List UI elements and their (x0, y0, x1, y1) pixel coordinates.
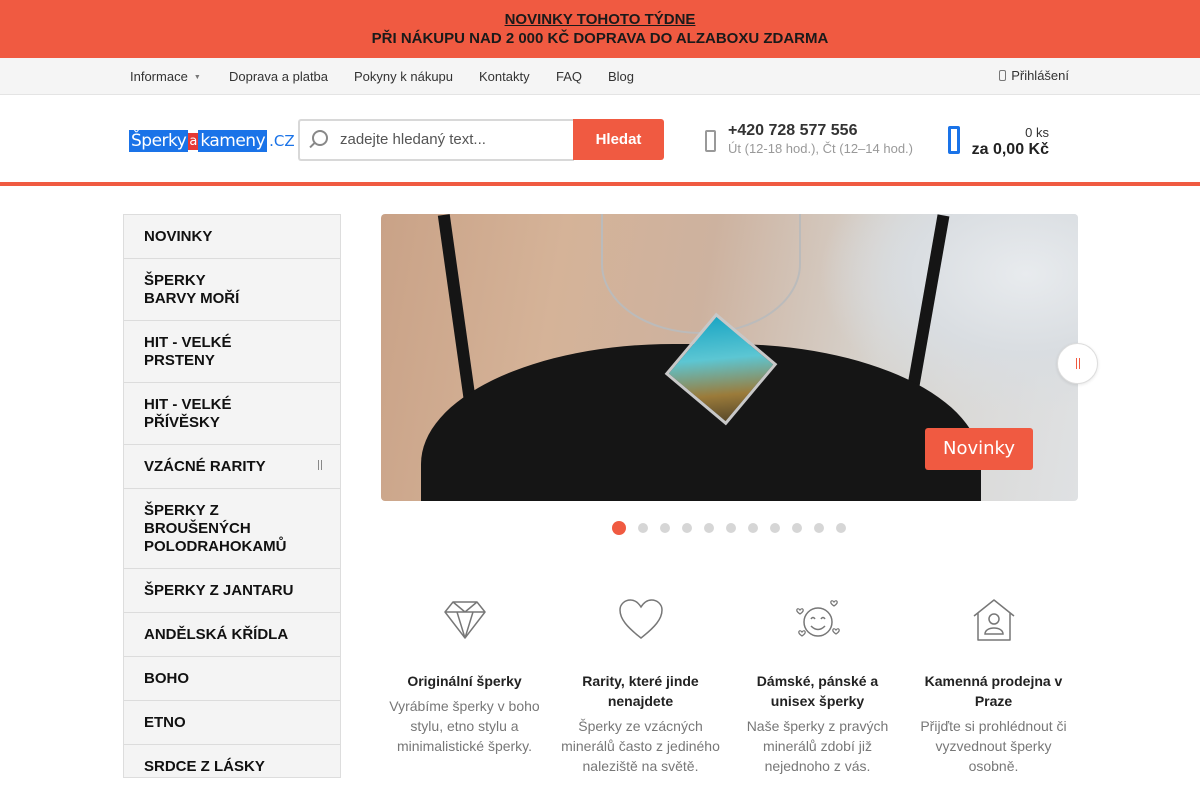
sidebar-item-boho[interactable]: BOHO (124, 657, 340, 701)
site-logo[interactable]: Šperky a kameny .CZ (129, 129, 295, 153)
slider-dot[interactable] (612, 521, 626, 535)
necklace-chain (601, 214, 801, 334)
logo-part: Šperky (129, 130, 189, 152)
chevron-right-icon (318, 460, 322, 470)
feature-item: Dámské, pánské a unisex šperky Naše šper… (734, 596, 901, 776)
slider-dot[interactable] (792, 523, 802, 533)
sidebar-item-label: ŠPERKY BARVY MOŘÍ (144, 272, 240, 307)
slide-cta-button[interactable]: Novinky (925, 428, 1033, 470)
chevron-right-icon (1076, 358, 1080, 369)
feature-title: Rarity, které jinde nenajdete (582, 673, 699, 709)
slide-image-detail (437, 214, 477, 404)
feature-title: Kamenná prodejna v Praze (924, 673, 1063, 709)
search-button[interactable]: Hledat (573, 119, 664, 160)
opening-hours: Út (12-18 hod.), Čt (12–14 hod.) (728, 141, 913, 156)
search-icon (312, 130, 328, 146)
promo-banner-title[interactable]: NOVINKY TOHOTO TÝDNE (0, 10, 1200, 29)
slider-dot[interactable] (682, 523, 692, 533)
cart-item-count[interactable]: 0 ks (1025, 125, 1049, 140)
nav-item-informace[interactable]: Informace ▼ (130, 69, 201, 84)
sidebar-item-etno[interactable]: ETNO (124, 701, 340, 745)
user-icon (999, 70, 1007, 81)
nav-item-kontakty[interactable]: Kontakty (479, 69, 530, 84)
search-input[interactable] (340, 131, 560, 148)
phone-icon (705, 130, 716, 152)
slider-dot[interactable] (660, 523, 670, 533)
nav-item-doprava[interactable]: Doprava a platba (229, 69, 328, 84)
sidebar-item-srdce-z-lasky[interactable]: SRDCE Z LÁSKY (124, 745, 340, 788)
sidebar-item-novinky[interactable]: NOVINKY (124, 215, 340, 259)
slider-dot[interactable] (836, 523, 846, 533)
slider-next-button[interactable] (1057, 343, 1098, 384)
feature-item: Kamenná prodejna v Praze Přijďte si proh… (910, 596, 1077, 776)
sidebar-item-vzacne-rarity[interactable]: VZÁCNÉ RARITY (124, 445, 340, 489)
sidebar-item-velke-privesky[interactable]: HIT - VELKÉ PŘÍVĚSKY (124, 383, 340, 445)
sidebar-item-label: HIT - VELKÉ PŘÍVĚSKY (144, 396, 232, 431)
phone-number[interactable]: +420 728 577 556 (728, 122, 857, 140)
sidebar-item-label: NOVINKY (144, 228, 213, 245)
sidebar-item-brousene-polodrahokamy[interactable]: ŠPERKY Z BROUŠENÝCH POLODRAHOKAMŮ (124, 489, 340, 569)
category-sidebar: NOVINKY ŠPERKY BARVY MOŘÍ HIT - VELKÉ PR… (123, 214, 341, 778)
slider-dot[interactable] (638, 523, 648, 533)
house-person-icon (973, 599, 1014, 641)
top-navigation: Informace ▼ Doprava a platba Pokyny k nák… (0, 58, 1200, 95)
feature-text: Šperky ze vzácných minerálů často z jedi… (561, 718, 720, 774)
sidebar-item-label: ŠPERKY Z BROUŠENÝCH POLODRAHOKAMŮ (144, 502, 287, 555)
sidebar-item-label: HIT - VELKÉ PRSTENY (144, 334, 232, 369)
sidebar-item-label: SRDCE Z LÁSKY (144, 758, 265, 775)
slider-dot[interactable] (704, 523, 714, 533)
feature-item: Rarity, které jinde nenajdete Šperky ze … (557, 596, 724, 776)
feature-item: Originální šperky Vyrábíme šperky v boho… (381, 596, 548, 756)
feature-title: Dámské, pánské a unisex šperky (756, 673, 879, 709)
slider-pagination (612, 521, 846, 535)
feature-title: Originální šperky (407, 673, 522, 689)
feature-text: Vyrábíme šperky v boho stylu, etno stylu… (389, 698, 540, 754)
logo-part: kameny (198, 130, 268, 152)
sidebar-item-andelska-kridla[interactable]: ANDĚLSKÁ KŘÍDLA (124, 613, 340, 657)
sidebar-item-label: ETNO (144, 714, 186, 731)
feature-text: Naše šperky z pravých minerálů zdobí již… (746, 718, 889, 774)
slider-dot[interactable] (770, 523, 780, 533)
slider-dot[interactable] (726, 523, 736, 533)
slider-dot[interactable] (814, 523, 824, 533)
slider-dot[interactable] (748, 523, 758, 533)
promo-banner-text: PŘI NÁKUPU NAD 2 000 KČ DOPRAVA DO ALZAB… (371, 30, 829, 47)
logo-part: a (188, 132, 199, 150)
logo-part: .CZ (269, 132, 295, 150)
nav-item-pokyny[interactable]: Pokyny k nákupu (354, 69, 453, 84)
search-field[interactable] (298, 119, 574, 161)
sidebar-item-label: ANDĚLSKÁ KŘÍDLA (144, 626, 289, 643)
login-link[interactable]: Přihlášení (999, 68, 1069, 83)
promo-banner[interactable]: NOVINKY TOHOTO TÝDNE PŘI NÁKUPU NAD 2 00… (0, 0, 1200, 58)
nav-item-blog[interactable]: Blog (608, 69, 634, 84)
nav-item-faq[interactable]: FAQ (556, 69, 582, 84)
sidebar-item-sperky-barvy-mori[interactable]: ŠPERKY BARVY MOŘÍ (124, 259, 340, 321)
nav-item-label: Informace (130, 69, 188, 84)
features-row: Originální šperky Vyrábíme šperky v boho… (381, 596, 1081, 776)
site-header: Šperkyakameny.CZ Hledat +420 728 577 556… (0, 95, 1200, 186)
sidebar-item-label: ŠPERKY Z JANTARU (144, 582, 294, 599)
chevron-down-icon: ▼ (193, 74, 201, 82)
sidebar-item-label: BOHO (144, 670, 189, 687)
diamond-icon (443, 601, 486, 639)
login-label: Přihlášení (1011, 68, 1069, 83)
heart-icon (618, 599, 663, 639)
sidebar-item-label: VZÁCNÉ RARITY (144, 458, 266, 475)
feature-text: Přijďte si prohlédnout či vyzvednout špe… (920, 718, 1067, 774)
sidebar-item-jantar[interactable]: ŠPERKY Z JANTARU (124, 569, 340, 613)
sidebar-item-velke-prsteny[interactable]: HIT - VELKÉ PRSTENY (124, 321, 340, 383)
cart-total[interactable]: za 0,00 Kč (972, 141, 1049, 159)
smiley-hearts-icon (795, 600, 840, 637)
cart-icon[interactable] (948, 126, 960, 154)
